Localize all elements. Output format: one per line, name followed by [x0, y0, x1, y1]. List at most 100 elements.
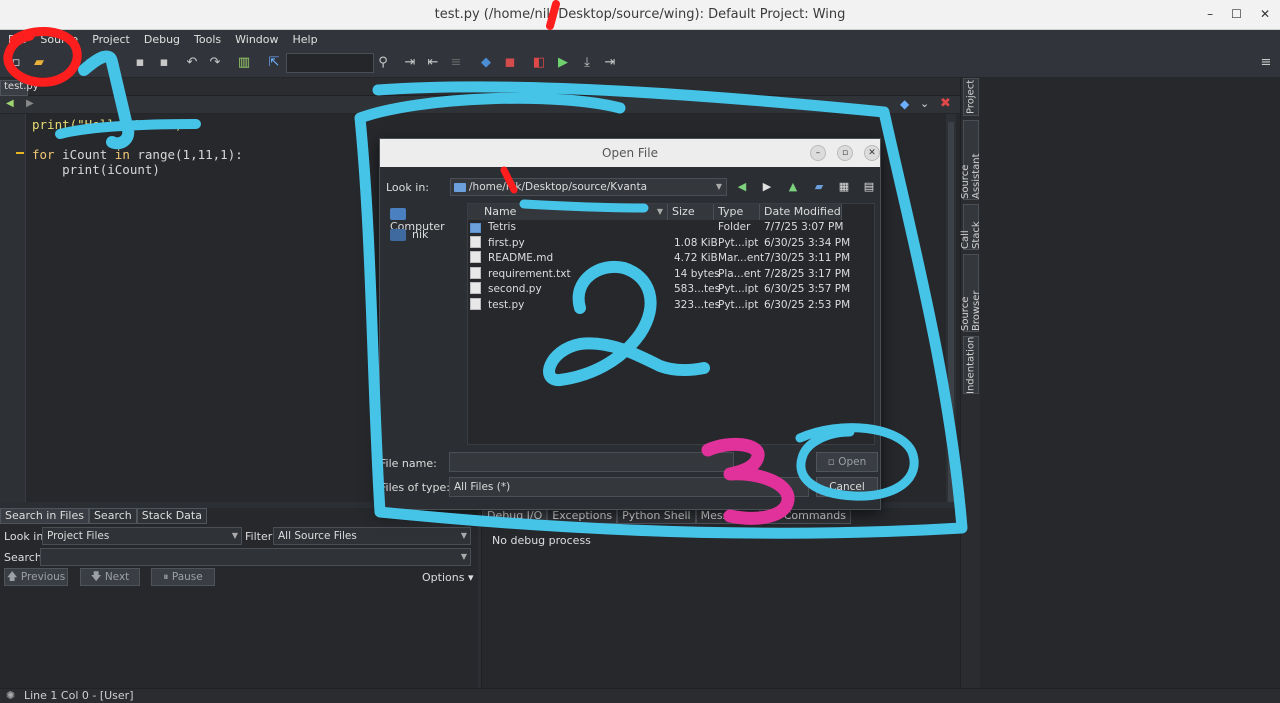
- file-row[interactable]: second.py 583...tes Pyt...ipt 6/30/25 3:57 …: [468, 282, 876, 297]
- menu-window[interactable]: Window: [235, 33, 278, 46]
- print-icon[interactable]: ▪: [156, 55, 172, 71]
- place-nik[interactable]: nik: [390, 228, 428, 241]
- code-line[interactable]: [32, 132, 243, 147]
- select-icon[interactable]: ⇱: [266, 55, 282, 71]
- editor-tab-test-py[interactable]: test.py: [0, 80, 39, 96]
- open-folder-icon[interactable]: ▰: [31, 55, 47, 71]
- toolbar-search-input[interactable]: [286, 53, 374, 73]
- status-bar: ✺ Line 1 Col 0 - [User]: [0, 688, 1280, 703]
- file-name: Tetris: [488, 221, 516, 233]
- col-name[interactable]: Name ▼: [468, 204, 668, 220]
- file-date: 7/7/25 3:07 PM: [764, 221, 844, 233]
- new-file-icon[interactable]: ▫: [8, 55, 24, 71]
- tab-source-browser[interactable]: Source Browser: [960, 254, 982, 332]
- code-token: in: [114, 147, 130, 162]
- forward-icon[interactable]: ▶: [759, 179, 775, 195]
- python-env-icon[interactable]: ◆: [900, 97, 909, 111]
- menu-source[interactable]: Source: [40, 33, 78, 46]
- file-row[interactable]: requirement.txt 14 bytes Pla...ent 7/28/25 …: [468, 266, 876, 282]
- tab-call-stack[interactable]: Call Stack: [960, 204, 982, 250]
- close-editor-icon[interactable]: ✖: [940, 96, 951, 111]
- file-row[interactable]: Tetris Folder 7/7/25 3:07 PM: [468, 220, 876, 235]
- maximize-button[interactable]: ☐: [1231, 7, 1242, 21]
- step-into-icon[interactable]: ⤓: [579, 55, 595, 71]
- run-icon[interactable]: ▶: [555, 55, 571, 71]
- file-size: 583...tes: [674, 283, 721, 295]
- file-name-input[interactable]: [449, 452, 734, 472]
- file-name-label: File name:: [380, 457, 437, 470]
- code-line[interactable]: print(iCount): [32, 162, 243, 177]
- forward-arrow-icon[interactable]: ▶: [26, 98, 34, 109]
- minimize-button[interactable]: –: [1207, 7, 1213, 21]
- col-date[interactable]: Date Modified: [760, 204, 842, 220]
- menu-help[interactable]: Help: [293, 33, 318, 46]
- look-in-select[interactable]: Project Files ▼: [42, 527, 242, 545]
- new-folder-icon[interactable]: ▰: [811, 179, 827, 195]
- file-size: 14 bytes: [674, 267, 720, 280]
- tab-project[interactable]: Project: [963, 78, 979, 116]
- cancel-button[interactable]: Cancel: [816, 477, 878, 497]
- code-line[interactable]: for iCount in range(1,11,1):: [32, 147, 243, 162]
- open-button[interactable]: ▫ Open: [816, 452, 878, 472]
- col-size[interactable]: Size: [668, 204, 714, 220]
- menu-project[interactable]: Project: [92, 33, 130, 46]
- dialog-close-button[interactable]: ✕: [864, 145, 880, 161]
- tab-source-assistant[interactable]: Source Assistant: [960, 120, 982, 200]
- col-type[interactable]: Type: [714, 204, 760, 220]
- file-row[interactable]: first.py 1.08 KiB Pyt...ipt 6/30/25 3:34 PM: [468, 235, 876, 251]
- chevron-down-icon[interactable]: ⌄: [920, 97, 929, 110]
- back-arrow-icon[interactable]: ◀: [6, 98, 14, 109]
- tab-python-shell[interactable]: Python Shell: [617, 508, 696, 524]
- comment-icon[interactable]: ≡: [448, 55, 464, 71]
- editor-scrollbar[interactable]: [946, 114, 956, 502]
- file-row[interactable]: README.md 4.72 KiB Mar...ent 7/30/25 3:11 P…: [468, 251, 876, 266]
- search-icon[interactable]: ⚲: [375, 55, 391, 71]
- new-debug-icon[interactable]: ◧: [531, 55, 547, 71]
- menu-bar: File Source Project Debug Tools Window H…: [0, 30, 1280, 48]
- filter-select[interactable]: All Source Files ▼: [273, 527, 471, 545]
- back-icon[interactable]: ◀: [734, 179, 750, 195]
- previous-button[interactable]: 🡅 Previous: [4, 568, 68, 586]
- tab-debug-io[interactable]: Debug I/O: [482, 508, 548, 524]
- tab-messages[interactable]: Messages: [695, 508, 760, 524]
- next-button[interactable]: 🡇 Next: [80, 568, 140, 586]
- options-menu[interactable]: Options ▾: [422, 571, 473, 584]
- code-token: print(: [32, 117, 78, 132]
- tab-os-commands[interactable]: OS Commands: [759, 508, 851, 524]
- undo-icon[interactable]: ↶: [184, 55, 200, 71]
- pause-button[interactable]: ⏸ Pause: [151, 568, 215, 586]
- step-over-icon[interactable]: ⇥: [602, 55, 618, 71]
- file-type: Pyt...ipt: [718, 283, 759, 295]
- menu-file[interactable]: File: [8, 33, 26, 46]
- indent-guide-icon[interactable]: ▥: [236, 55, 252, 71]
- dialog-path-select[interactable]: /home/nik/Desktop/source/Kvanta ▼: [450, 178, 727, 196]
- tab-exceptions[interactable]: Exceptions: [547, 508, 618, 524]
- code-line[interactable]: print("Hello World"): [32, 117, 243, 132]
- tab-search[interactable]: Search: [88, 508, 137, 524]
- list-view-icon[interactable]: ▦: [836, 179, 852, 195]
- menu-debug[interactable]: Debug: [144, 33, 180, 46]
- dialog-minimize-button[interactable]: –: [810, 145, 826, 161]
- file-date: 6/30/25 3:34 PM: [764, 236, 851, 249]
- hamburger-menu-icon[interactable]: ≡: [1258, 55, 1274, 71]
- redo-icon[interactable]: ↷: [207, 55, 223, 71]
- detail-view-icon[interactable]: ▤: [861, 179, 877, 195]
- files-of-type-select[interactable]: All Files (*): [449, 477, 809, 497]
- debug-settings-icon[interactable]: ◼: [502, 55, 518, 71]
- file-size: 323...tes: [674, 298, 721, 311]
- tab-stack-data[interactable]: Stack Data: [136, 508, 207, 524]
- outdent-icon[interactable]: ⇤: [425, 55, 441, 71]
- file-row[interactable]: test.py 323...tes Pyt...ipt 6/30/25 2:53 PM: [468, 297, 876, 313]
- search-input[interactable]: ▼: [40, 548, 471, 566]
- dialog-maximize-button[interactable]: ▫: [837, 145, 853, 161]
- menu-tools[interactable]: Tools: [194, 33, 221, 46]
- close-window-button[interactable]: ✕: [1260, 7, 1270, 21]
- python-icon[interactable]: ◆: [478, 55, 494, 71]
- parent-dir-icon[interactable]: ▲: [785, 179, 801, 195]
- tab-indentation[interactable]: Indentation: [963, 336, 979, 394]
- save-all-icon[interactable]: ▪: [132, 55, 148, 71]
- indent-icon[interactable]: ⇥: [402, 55, 418, 71]
- code-content[interactable]: print("Hello World") for iCount in range…: [32, 117, 243, 177]
- tab-search-in-files[interactable]: Search in Files: [0, 508, 89, 524]
- save-icon[interactable]: ▪: [82, 55, 98, 71]
